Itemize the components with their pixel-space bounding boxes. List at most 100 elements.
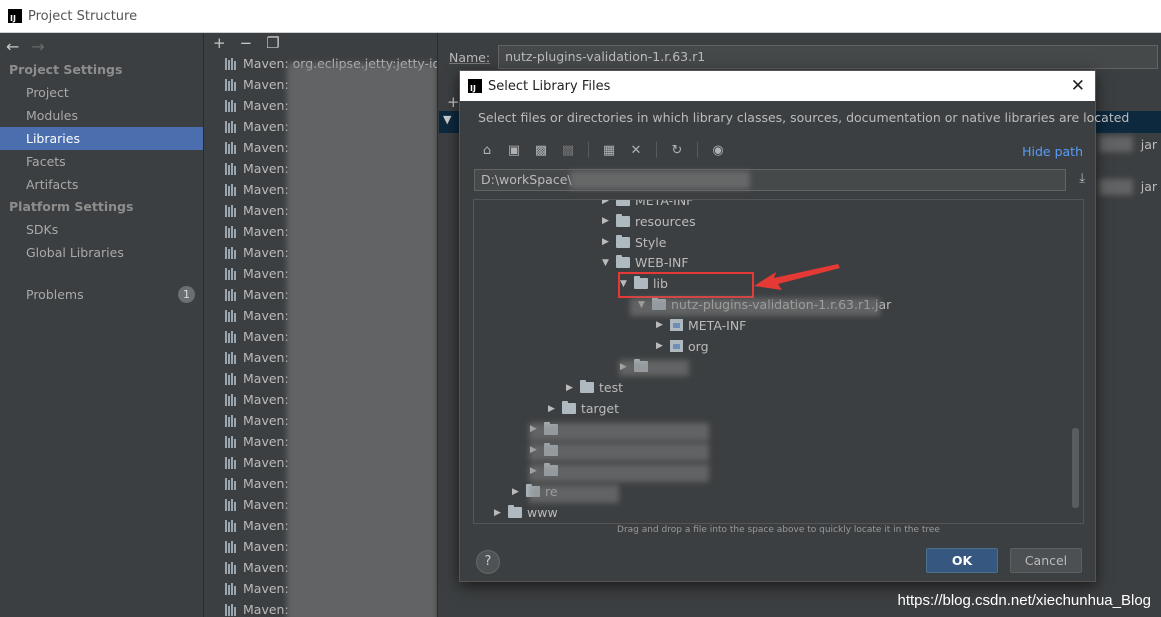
maven-library-icon: [225, 78, 238, 91]
download-icon[interactable]: ⤓: [1079, 171, 1085, 186]
library-row-label: Maven:: [243, 161, 289, 176]
library-row-label: Maven:: [243, 476, 289, 491]
collapsed-arrow-icon[interactable]: ▶: [602, 237, 616, 247]
select-library-files-dialog: IJ Select Library Files ✕ Select files o…: [459, 70, 1129, 582]
maven-library-icon: [225, 477, 238, 490]
tree-node[interactable]: ▶ META-INF: [656, 315, 746, 336]
drag-drop-hint: Drag and drop a file into the space abov…: [617, 525, 940, 535]
toolbar-separator: [697, 142, 698, 158]
collapsed-arrow-icon[interactable]: ▶: [548, 404, 562, 414]
sidebar-item-modules[interactable]: Modules: [0, 104, 203, 127]
library-row-label: Maven:: [243, 539, 289, 554]
maven-library-icon: [225, 498, 238, 511]
copy-icon[interactable]: ❐: [266, 34, 279, 52]
maven-library-icon: [225, 330, 238, 343]
maven-library-icon: [225, 540, 238, 553]
library-row-label: Maven:: [243, 98, 289, 113]
tree-node[interactable]: ▶ www: [494, 502, 558, 523]
tree-node[interactable]: ▶ resources: [602, 211, 696, 232]
folder-icon: [580, 380, 594, 394]
module-folder-icon[interactable]: ▩: [559, 141, 577, 159]
new-folder-icon[interactable]: ▦: [600, 141, 618, 159]
maven-library-icon: [225, 288, 238, 301]
delete-icon[interactable]: ✕: [627, 141, 645, 159]
tree-node[interactable]: ▶ Style: [602, 232, 666, 253]
problems-count-badge: 1: [178, 286, 195, 303]
tree-node[interactable]: ▶ test: [566, 377, 623, 398]
platform-settings-header: Platform Settings: [9, 199, 134, 214]
maven-library-icon: [225, 204, 238, 217]
dialog-description: Select files or directories in which lib…: [478, 110, 1130, 125]
sidebar-item-problems[interactable]: Problems 1: [0, 283, 203, 306]
expanded-arrow-icon[interactable]: ▼: [602, 258, 616, 268]
tree-node[interactable]: ▶ target: [548, 398, 619, 419]
name-input[interactable]: nutz-plugins-validation-1.r.63.r1: [498, 45, 1159, 69]
maven-library-icon: [225, 414, 238, 427]
name-row: Name: nutz-plugins-validation-1.r.63.r1: [449, 45, 1159, 69]
close-icon[interactable]: ✕: [1071, 76, 1085, 96]
maven-library-icon: [225, 120, 238, 133]
library-toolbar: + − ❐: [205, 33, 437, 53]
add-icon[interactable]: +: [213, 34, 226, 52]
collapsed-arrow-icon[interactable]: ▶: [656, 320, 670, 330]
maven-library-icon: [225, 393, 238, 406]
library-row-label: Maven:: [243, 392, 289, 407]
folder-icon: [508, 505, 522, 518]
sidebar-item-global-libraries[interactable]: Global Libraries: [0, 241, 203, 264]
collapsed-arrow-icon[interactable]: ▶: [512, 487, 526, 497]
add-root-icon[interactable]: +: [447, 93, 460, 111]
home-icon[interactable]: ⌂: [478, 141, 496, 159]
refresh-icon[interactable]: ↻: [668, 141, 686, 159]
library-row-label: Maven:: [243, 308, 289, 323]
package-icon: [670, 340, 683, 353]
help-button[interactable]: ?: [476, 550, 500, 574]
tree-node-label: test: [599, 380, 624, 396]
maven-library-icon: [225, 351, 238, 364]
maven-library-icon: [225, 435, 238, 448]
tree-node-label: resources: [635, 213, 696, 229]
sidebar-item-project[interactable]: Project: [0, 81, 203, 104]
maven-library-icon: [225, 246, 238, 259]
redaction-blur: [619, 360, 689, 376]
back-arrow-icon[interactable]: ←: [6, 37, 19, 56]
tree-scrollbar[interactable]: [1072, 428, 1079, 508]
maven-library-icon: [225, 456, 238, 469]
library-row-label: Maven:: [243, 245, 289, 260]
library-row-label: Maven:: [243, 518, 289, 533]
maven-library-icon: [225, 162, 238, 175]
collapsed-arrow-icon[interactable]: ▶: [602, 200, 616, 206]
library-row-label: Maven:: [243, 203, 289, 218]
collapsed-arrow-icon[interactable]: ▶: [602, 216, 616, 226]
sidebar-item-libraries[interactable]: Libraries: [0, 127, 203, 150]
tree-node[interactable]: ▶ META-INF: [602, 200, 693, 211]
library-row-label: Maven:: [243, 224, 289, 239]
project-folder-icon[interactable]: ▩: [532, 141, 550, 159]
ok-button[interactable]: OK: [926, 548, 998, 573]
sidebar-item-artifacts[interactable]: Artifacts: [0, 173, 203, 196]
collapsed-arrow-icon[interactable]: ▶: [566, 383, 580, 393]
redaction-blur: [529, 485, 619, 503]
path-input[interactable]: D:\workSpace\: [474, 169, 1066, 191]
settings-sidebar: ← → Project Settings Project Modules Lib…: [0, 33, 204, 617]
red-arrow-annotation: [754, 264, 840, 290]
tree-node[interactable]: ▶ org: [656, 336, 709, 357]
window-title-bar: IJ Project Structure: [0, 0, 1161, 33]
sidebar-item-sdks[interactable]: SDKs: [0, 218, 203, 241]
collapsed-arrow-icon[interactable]: ▶: [494, 508, 508, 518]
sidebar-item-facets[interactable]: Facets: [0, 150, 203, 173]
collapsed-arrow-icon[interactable]: ▶: [656, 341, 670, 351]
forward-arrow-icon[interactable]: →: [31, 37, 44, 56]
show-hidden-icon[interactable]: ◉: [709, 141, 727, 159]
tree-node-label: META-INF: [688, 317, 747, 333]
tree-node-label: Style: [635, 234, 667, 250]
library-row-label: Maven:: [243, 266, 289, 281]
hide-path-link[interactable]: Hide path: [1022, 144, 1083, 159]
desktop-icon[interactable]: ▣: [505, 141, 523, 159]
dialog-title: Select Library Files: [488, 78, 611, 94]
tree-node-label: org: [688, 338, 709, 354]
maven-library-icon: [225, 519, 238, 532]
maven-library-icon: [225, 57, 238, 70]
tree-node[interactable]: ▼ WEB-INF: [602, 252, 689, 273]
remove-icon[interactable]: −: [240, 34, 253, 52]
cancel-button[interactable]: Cancel: [1010, 548, 1082, 573]
